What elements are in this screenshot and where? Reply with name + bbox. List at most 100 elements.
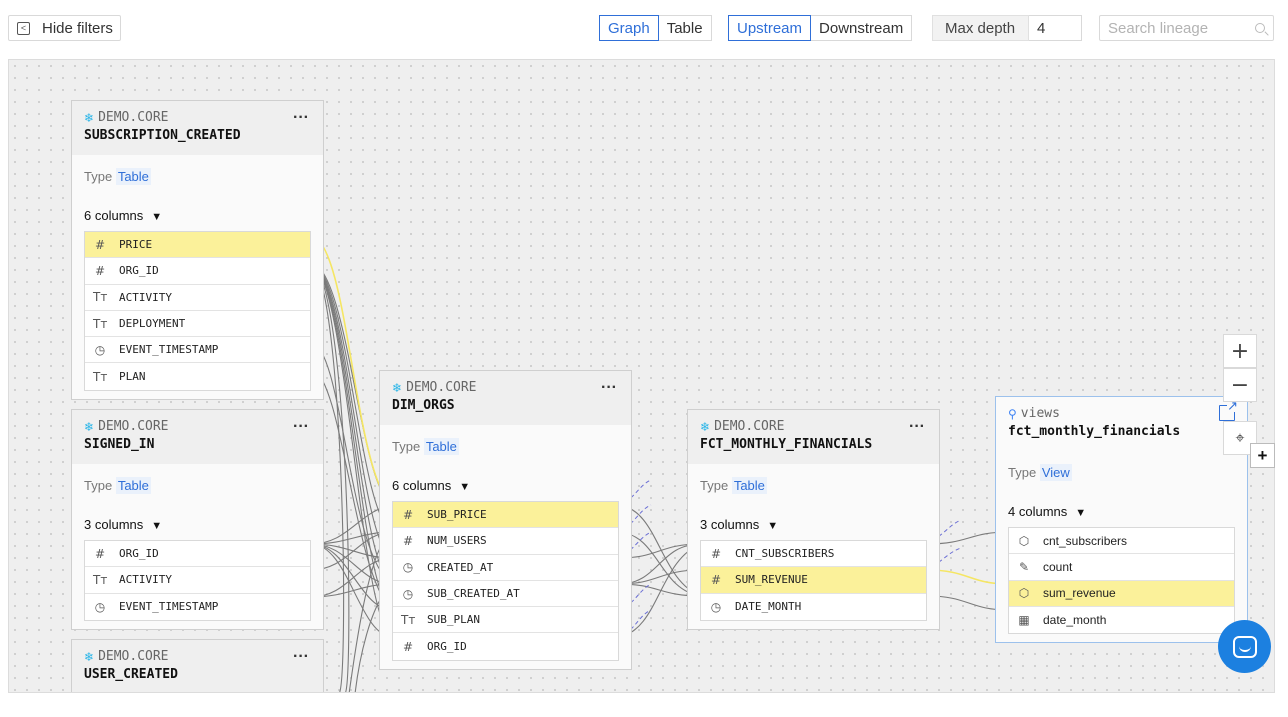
chat-icon	[1232, 635, 1257, 658]
more-options-icon[interactable]: ···	[601, 379, 617, 397]
hash-icon: #	[710, 572, 722, 587]
column-list: ⬡ cnt_subscribers ✎ count ⬡ sum_revenue ▦ da…	[1008, 527, 1235, 635]
node-fct-monthly-financials[interactable]: ❄ DEMO.CORE FCT_MONTHLY_FINANCIALS ··· Ty…	[687, 409, 940, 630]
tab-downstream[interactable]: Downstream	[811, 15, 913, 41]
zoom-out-button[interactable]: −	[1223, 368, 1257, 402]
node-header: ❄ DEMO.CORE FCT_MONTHLY_FINANCIALS ···	[688, 410, 939, 464]
column-row[interactable]: # SUB_PRICE	[393, 502, 618, 529]
hash-icon: #	[94, 546, 106, 561]
hide-filters-button[interactable]: < Hide filters	[8, 15, 121, 41]
hash-icon: #	[402, 507, 414, 522]
column-row[interactable]: Tт ACTIVITY	[85, 567, 310, 594]
snowflake-icon: ❄	[392, 380, 403, 395]
column-list: # SUB_PRICE # NUM_USERS ◷ CREATED_AT ◷ SUB_C…	[392, 501, 619, 661]
node-header: ⚲ views fct_monthly_financials	[996, 397, 1247, 451]
column-row[interactable]: Tт ACTIVITY	[85, 285, 310, 311]
calendar-icon: ▦	[1018, 613, 1030, 628]
external-link-icon[interactable]	[1219, 399, 1238, 421]
more-options-icon[interactable]: ···	[293, 109, 309, 127]
node-subscription-created[interactable]: ❄ DEMO.CORE SUBSCRIPTION_CREATED ··· Type…	[71, 100, 324, 400]
max-depth-label: Max depth	[932, 15, 1029, 41]
columns-toggle[interactable]: 6 columns ▼	[380, 454, 631, 493]
node-signed-in[interactable]: ❄ DEMO.CORE SIGNED_IN ··· Type Table 3 co…	[71, 409, 324, 630]
node-type: Type Table	[84, 168, 151, 185]
caret-down-icon: ▼	[151, 211, 163, 223]
lineage-canvas[interactable]: ❄ DEMO.CORE SUBSCRIPTION_CREATED ··· Type…	[8, 59, 1275, 693]
type-badge: Table	[731, 477, 767, 494]
column-row[interactable]: ✎ count	[1009, 554, 1234, 581]
type-badge: Table	[423, 438, 459, 455]
node-title: fct_monthly_financials	[1008, 424, 1181, 439]
type-badge: Table	[115, 168, 151, 185]
node-dim-orgs[interactable]: ❄ DEMO.CORE DIM_ORGS ··· Type Table 6 col…	[379, 370, 632, 670]
search-lineage-input[interactable]	[1108, 19, 1248, 37]
column-row[interactable]: ◷ SUB_CREATED_AT	[393, 581, 618, 608]
max-depth-control: Max depth 4	[932, 15, 1082, 41]
more-options-icon[interactable]: ···	[909, 418, 925, 436]
looker-icon: ⚲	[1008, 406, 1017, 421]
cube-icon: ⬡	[1018, 533, 1030, 548]
search-box	[1099, 15, 1274, 41]
ruler-icon: ✎	[1018, 559, 1030, 574]
clock-icon: ◷	[94, 342, 106, 357]
hide-filters-label: Hide filters	[42, 19, 113, 37]
column-row[interactable]: Tт PLAN	[85, 363, 310, 389]
column-row[interactable]: ◷ EVENT_TIMESTAMP	[85, 594, 310, 620]
node-database: DEMO.CORE	[406, 380, 477, 395]
column-row[interactable]: ⬡ sum_revenue	[1009, 580, 1234, 607]
node-title: SUBSCRIPTION_CREATED	[84, 128, 241, 143]
chat-support-button[interactable]	[1218, 620, 1271, 673]
columns-toggle[interactable]: 6 columns ▼	[72, 184, 323, 223]
node-header: ❄ DEMO.CORE USER_CREATED ···	[72, 640, 323, 692]
column-row[interactable]: ▦ date_month	[1009, 607, 1234, 633]
snowflake-icon: ❄	[84, 649, 95, 664]
clock-icon: ◷	[402, 560, 414, 575]
more-options-icon[interactable]: ···	[293, 418, 309, 436]
node-database: DEMO.CORE	[98, 110, 169, 125]
node-title: USER_CREATED	[84, 667, 178, 682]
node-type: Type View	[1008, 464, 1072, 481]
node-view-fct-monthly-financials[interactable]: ⚲views fct_monthly_financials Type View …	[995, 396, 1248, 644]
node-title: DIM_ORGS	[392, 398, 455, 413]
node-database: views	[1020, 406, 1060, 421]
snowflake-icon: ❄	[84, 419, 95, 434]
tab-graph[interactable]: Graph	[599, 15, 659, 41]
columns-toggle[interactable]: 3 columns ▼	[688, 493, 939, 532]
node-type: Type Table	[84, 477, 151, 494]
column-row[interactable]: # ORG_ID	[85, 258, 310, 285]
columns-toggle[interactable]: 3 columns ▼	[72, 493, 323, 532]
column-row[interactable]: ◷ DATE_MONTH	[701, 594, 926, 620]
column-row[interactable]: # PRICE	[85, 232, 310, 259]
tab-upstream[interactable]: Upstream	[728, 15, 812, 41]
text-icon: Tт	[93, 369, 108, 384]
column-row[interactable]: ◷ EVENT_TIMESTAMP	[85, 337, 310, 364]
column-row[interactable]: # ORG_ID	[85, 541, 310, 568]
text-icon: Tт	[93, 290, 108, 305]
more-options-icon[interactable]: ···	[293, 648, 309, 666]
max-depth-input[interactable]: 4	[1029, 15, 1082, 41]
search-icon	[1255, 23, 1265, 33]
clock-icon: ◷	[94, 599, 106, 614]
hash-icon: #	[710, 546, 722, 561]
column-row[interactable]: # CNT_SUBSCRIBERS	[701, 541, 926, 568]
node-header: ❄ DEMO.CORE SIGNED_IN ···	[72, 410, 323, 464]
node-title: FCT_MONTHLY_FINANCIALS	[700, 437, 873, 452]
node-type: Type Table	[700, 477, 767, 494]
column-row[interactable]: ◷ CREATED_AT	[393, 555, 618, 581]
clock-icon: ◷	[402, 586, 414, 601]
column-list: # ORG_ID Tт ACTIVITY ◷ EVENT_TIMESTAMP	[84, 540, 311, 621]
column-row[interactable]: # SUM_REVENUE	[701, 567, 926, 594]
node-user-created[interactable]: ❄ DEMO.CORE USER_CREATED ···	[71, 639, 324, 692]
column-row[interactable]: # NUM_USERS	[393, 528, 618, 555]
zoom-in-button[interactable]: +	[1223, 334, 1257, 368]
columns-toggle[interactable]: 4 columns ▼	[996, 480, 1247, 519]
column-row[interactable]: Tт DEPLOYMENT	[85, 311, 310, 338]
expand-node-button[interactable]: +	[1250, 443, 1275, 468]
cube-icon: ⬡	[1018, 586, 1030, 601]
tab-table[interactable]: Table	[658, 15, 712, 41]
column-row[interactable]: ⬡ cnt_subscribers	[1009, 528, 1234, 555]
column-row[interactable]: Tт SUB_PLAN	[393, 607, 618, 634]
column-list: # PRICE # ORG_ID Tт ACTIVITY Tт DEPLOYMENT ◷…	[84, 231, 311, 391]
hash-icon: #	[402, 533, 414, 548]
column-row[interactable]: # ORG_ID	[393, 633, 618, 659]
